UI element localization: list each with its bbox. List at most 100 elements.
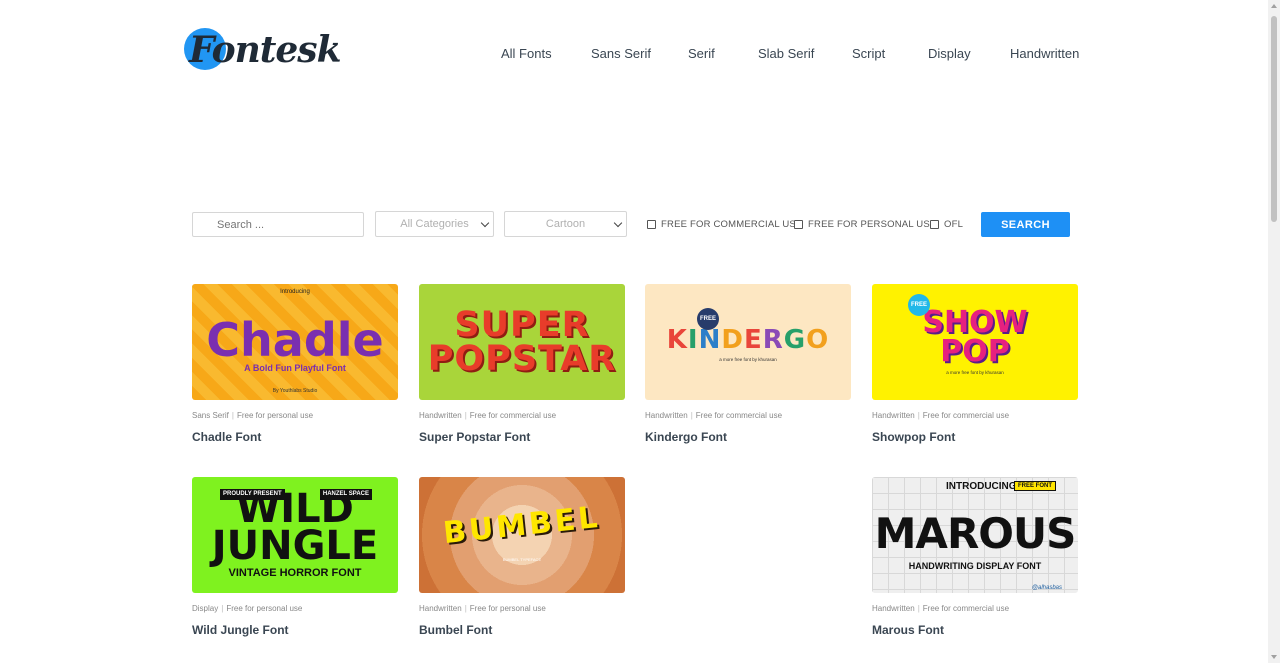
tag-select-value: Cartoon: [545, 218, 586, 230]
card-category[interactable]: Display: [192, 604, 218, 613]
card-title[interactable]: Marous Font: [872, 623, 1078, 637]
meta-separator: |: [221, 604, 224, 613]
scroll-down-arrow-icon[interactable]: [1271, 655, 1277, 659]
preview-title: Chadle: [206, 313, 384, 367]
preview-title-line2: POPSTAR: [427, 339, 617, 379]
font-preview-image[interactable]: BUMBEL BUMBEL TYPEFACE: [419, 477, 625, 593]
preview-title-line2: JUNGLE: [211, 523, 379, 569]
category-select-value: All Categories: [400, 218, 469, 230]
card-license: Free for commercial use: [469, 411, 557, 420]
meta-separator: |: [464, 411, 467, 420]
preview-subtitle: VINTAGE HORROR FONT: [228, 566, 362, 579]
nav-sans-serif[interactable]: Sans Serif: [591, 46, 651, 61]
page-scrollbar[interactable]: [1268, 0, 1280, 663]
card-category[interactable]: Handwritten: [419, 604, 462, 613]
nav-display[interactable]: Display: [928, 46, 971, 61]
card-meta: Handwritten | Free for commercial use: [419, 411, 625, 420]
search-input[interactable]: [192, 212, 364, 237]
free-badge: FREE: [908, 294, 930, 316]
main-nav: All Fonts Sans Serif Serif Slab Serif Sc…: [0, 46, 1280, 62]
card-category[interactable]: Sans Serif: [192, 411, 229, 420]
card-category[interactable]: Handwritten: [645, 411, 688, 420]
free-badge: FREE: [697, 308, 719, 330]
font-card-kindergo[interactable]: FREE KINDERGO a more free font by khuras…: [645, 284, 851, 444]
preview-title: BUMBEL: [441, 499, 603, 552]
preview-title: MAROUS: [874, 509, 1077, 558]
card-license: Free for commercial use: [695, 411, 783, 420]
tag-select[interactable]: Cartoon: [504, 211, 627, 237]
scroll-up-arrow-icon[interactable]: [1271, 4, 1277, 8]
preview-tag-left: PROUDLY PRESENT: [220, 489, 285, 500]
nav-slab-serif[interactable]: Slab Serif: [758, 46, 814, 61]
card-meta: Handwritten | Free for commercial use: [872, 411, 1078, 420]
nav-handwritten[interactable]: Handwritten: [1010, 46, 1079, 61]
font-card-super-popstar[interactable]: SUPER POPSTAR Handwritten | Free for comme…: [419, 284, 625, 444]
font-card-wild-jungle[interactable]: PROUDLY PRESENT HANZEL SPACE WILD JUNGLE…: [192, 477, 398, 637]
font-card-bumbel[interactable]: BUMBEL BUMBEL TYPEFACE Handwritten | Free …: [419, 477, 625, 637]
scrollbar-thumb[interactable]: [1271, 16, 1277, 222]
font-preview-image[interactable]: SUPER POPSTAR: [419, 284, 625, 400]
card-category[interactable]: Handwritten: [872, 411, 915, 420]
card-meta: Sans Serif | Free for personal use: [192, 411, 398, 420]
meta-separator: |: [917, 604, 920, 613]
preview-intro: INTRODUCING: [946, 481, 1017, 492]
preview-subtitle: a more free font by khurasan: [719, 356, 777, 362]
preview-subtitle: BUMBEL TYPEFACE: [502, 557, 542, 562]
category-select[interactable]: All Categories: [375, 211, 494, 237]
preview-title-line1: SUPER: [454, 304, 590, 345]
font-preview-image[interactable]: INTRODUCING FREE FONT MAROUS HANDWRITING…: [872, 477, 1078, 593]
checkbox-personal-label: FREE FOR PERSONAL USE: [808, 219, 937, 230]
card-license: Free for personal use: [469, 604, 546, 613]
card-meta: Handwritten | Free for commercial use: [645, 411, 851, 420]
free-font-badge: FREE FONT: [1014, 481, 1056, 492]
search-button[interactable]: SEARCH: [981, 212, 1070, 237]
preview-subtitle: a more free font by khurasan: [946, 370, 1004, 375]
card-license: Free for commercial use: [922, 411, 1010, 420]
font-card-showpop[interactable]: FREE SHOW POP a more free font by khuras…: [872, 284, 1078, 444]
checkbox-ofl-label: OFL: [944, 219, 964, 230]
checkbox-personal[interactable]: FREE FOR PERSONAL USE: [794, 219, 936, 230]
checkbox-box[interactable]: [794, 220, 803, 229]
card-title[interactable]: Wild Jungle Font: [192, 623, 398, 637]
font-preview-image[interactable]: PROUDLY PRESENT HANZEL SPACE WILD JUNGLE…: [192, 477, 398, 593]
font-preview-image[interactable]: FREE KINDERGO a more free font by khuras…: [645, 284, 851, 400]
preview-credit: By Youthlabs Studio: [272, 388, 318, 394]
card-title[interactable]: Kindergo Font: [645, 430, 851, 444]
preview-title: KINDERGO: [666, 324, 830, 355]
font-card-chadle[interactable]: Introducing Chadle A Bold Fun Playful Fo…: [192, 284, 398, 444]
preview-watermark: @alhasbas: [1031, 585, 1062, 591]
card-title[interactable]: Bumbel Font: [419, 623, 625, 637]
card-title[interactable]: Chadle Font: [192, 430, 398, 444]
card-title[interactable]: Showpop Font: [872, 430, 1078, 444]
preview-tag-right: HANZEL SPACE: [319, 489, 372, 500]
card-meta: Handwritten | Free for commercial use: [872, 604, 1078, 613]
font-preview-image[interactable]: FREE SHOW POP a more free font by khuras…: [872, 284, 1078, 400]
card-meta: Display | Free for personal use: [192, 604, 398, 613]
preview-subtitle: A Bold Fun Playful Font: [244, 363, 346, 373]
chevron-down-icon: [480, 218, 490, 228]
preview-subtitle: HANDWRITING DISPLAY FONT: [908, 561, 1042, 571]
chevron-down-icon: [613, 218, 623, 228]
meta-separator: |: [464, 604, 467, 613]
checkbox-box[interactable]: [930, 220, 939, 229]
preview-intro: Introducing: [280, 289, 310, 295]
card-license: Free for commercial use: [922, 604, 1010, 613]
checkbox-commercial[interactable]: FREE FOR COMMERCIAL USE: [647, 219, 802, 230]
nav-serif[interactable]: Serif: [688, 46, 715, 61]
card-category[interactable]: Handwritten: [872, 604, 915, 613]
card-license: Free for personal use: [226, 604, 303, 613]
nav-all-fonts[interactable]: All Fonts: [501, 46, 552, 61]
meta-separator: |: [917, 411, 920, 420]
card-license: Free for personal use: [236, 411, 314, 420]
card-title[interactable]: Super Popstar Font: [419, 430, 625, 444]
meta-separator: |: [690, 411, 693, 420]
preview-title-line2: POP: [940, 333, 1010, 369]
nav-script[interactable]: Script: [852, 46, 885, 61]
font-preview-image[interactable]: Introducing Chadle A Bold Fun Playful Fo…: [192, 284, 398, 400]
checkbox-commercial-label: FREE FOR COMMERCIAL USE: [661, 219, 803, 230]
card-category[interactable]: Handwritten: [419, 411, 462, 420]
checkbox-box[interactable]: [647, 220, 656, 229]
meta-separator: |: [231, 411, 234, 420]
font-card-marous[interactable]: INTRODUCING FREE FONT MAROUS HANDWRITING…: [872, 477, 1078, 637]
checkbox-ofl[interactable]: OFL: [930, 219, 963, 230]
